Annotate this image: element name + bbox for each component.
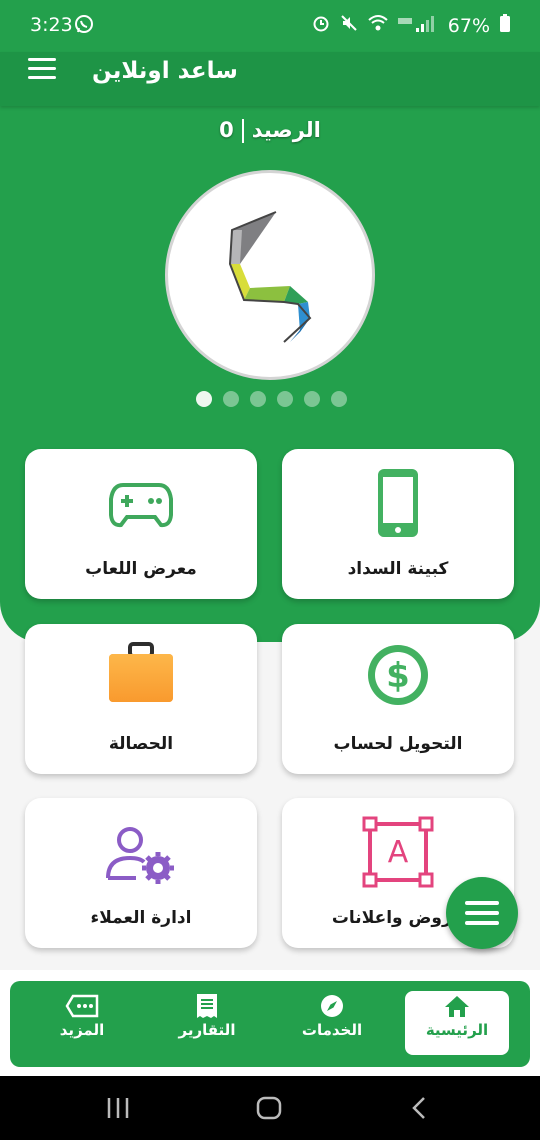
card-label: الحصالة <box>108 734 174 754</box>
balance-label: الرصيد <box>251 118 321 142</box>
carousel-dot[interactable] <box>223 391 239 407</box>
alarm-icon <box>312 14 330 37</box>
nav-label: الرئيسية <box>425 1021 489 1039</box>
menu-icon[interactable] <box>28 58 56 82</box>
gamepad-icon <box>25 467 257 547</box>
card-account-transfer[interactable]: $ التحويل لحساب <box>282 624 514 774</box>
svg-text:$: $ <box>386 656 410 696</box>
card-label: كبينة السداد <box>347 559 449 579</box>
user-gear-icon <box>25 816 257 896</box>
receipt-icon <box>155 991 259 1021</box>
card-label: ادارة العملاء <box>90 908 192 928</box>
card-label: معرض اللعاب <box>85 559 197 579</box>
whatsapp-icon <box>74 14 94 39</box>
card-label: التحويل لحساب <box>333 734 463 754</box>
app-title: ساعد اونلاين <box>92 58 238 84</box>
card-payment-booth[interactable]: كبينة السداد <box>282 449 514 599</box>
nav-more[interactable]: المزيد <box>30 991 134 1055</box>
balance: الرصيد 0 <box>0 118 540 143</box>
nav-services[interactable]: الخدمات <box>280 991 384 1055</box>
nav-label: التقارير <box>178 1021 236 1039</box>
carousel-indicator <box>196 391 347 407</box>
carousel-dot[interactable] <box>250 391 266 407</box>
system-navigation-bar <box>0 1076 540 1140</box>
wifi-icon <box>368 14 388 37</box>
nav-home[interactable]: الرئيسية <box>405 991 509 1055</box>
status-bar: 3:23 67% <box>0 0 540 52</box>
carousel-dot[interactable] <box>331 391 347 407</box>
nav-label: الخدمات <box>301 1021 363 1039</box>
status-time: 3:23 <box>30 14 73 36</box>
svg-text:A: A <box>388 835 409 870</box>
mute-icon <box>340 14 358 37</box>
carousel-dot[interactable] <box>196 391 212 407</box>
carousel-dot[interactable] <box>304 391 320 407</box>
status-icons: 67% <box>312 14 510 37</box>
battery-icon <box>500 14 510 37</box>
card-piggy-bank[interactable]: الحصالة <box>25 624 257 774</box>
phone-icon <box>282 467 514 547</box>
back-icon[interactable] <box>410 1096 428 1124</box>
carousel-dot[interactable] <box>277 391 293 407</box>
more-tag-icon <box>30 991 134 1021</box>
nav-reports[interactable]: التقارير <box>155 991 259 1055</box>
balance-divider <box>241 119 244 143</box>
nav-label: المزيد <box>59 1021 105 1039</box>
logo-mark-icon <box>228 211 312 343</box>
signal-icon <box>397 14 438 37</box>
dollar-coin-icon: $ <box>282 642 514 722</box>
app-logo <box>165 170 375 380</box>
menu-fab-button[interactable] <box>446 877 518 949</box>
card-customer-management[interactable]: ادارة العملاء <box>25 798 257 948</box>
home-button-icon[interactable] <box>256 1096 282 1124</box>
bottom-navigation: الرئيسية الخدمات التقارير المزيد <box>10 981 530 1067</box>
battery-percent: 67% <box>447 14 490 37</box>
compass-icon <box>280 991 384 1021</box>
home-icon <box>405 991 509 1021</box>
app-bar: ساعد اونلاين <box>0 52 540 106</box>
briefcase-icon <box>25 642 257 722</box>
balance-value: 0 <box>219 118 234 142</box>
recent-apps-icon[interactable] <box>106 1096 130 1124</box>
card-games-gallery[interactable]: معرض اللعاب <box>25 449 257 599</box>
